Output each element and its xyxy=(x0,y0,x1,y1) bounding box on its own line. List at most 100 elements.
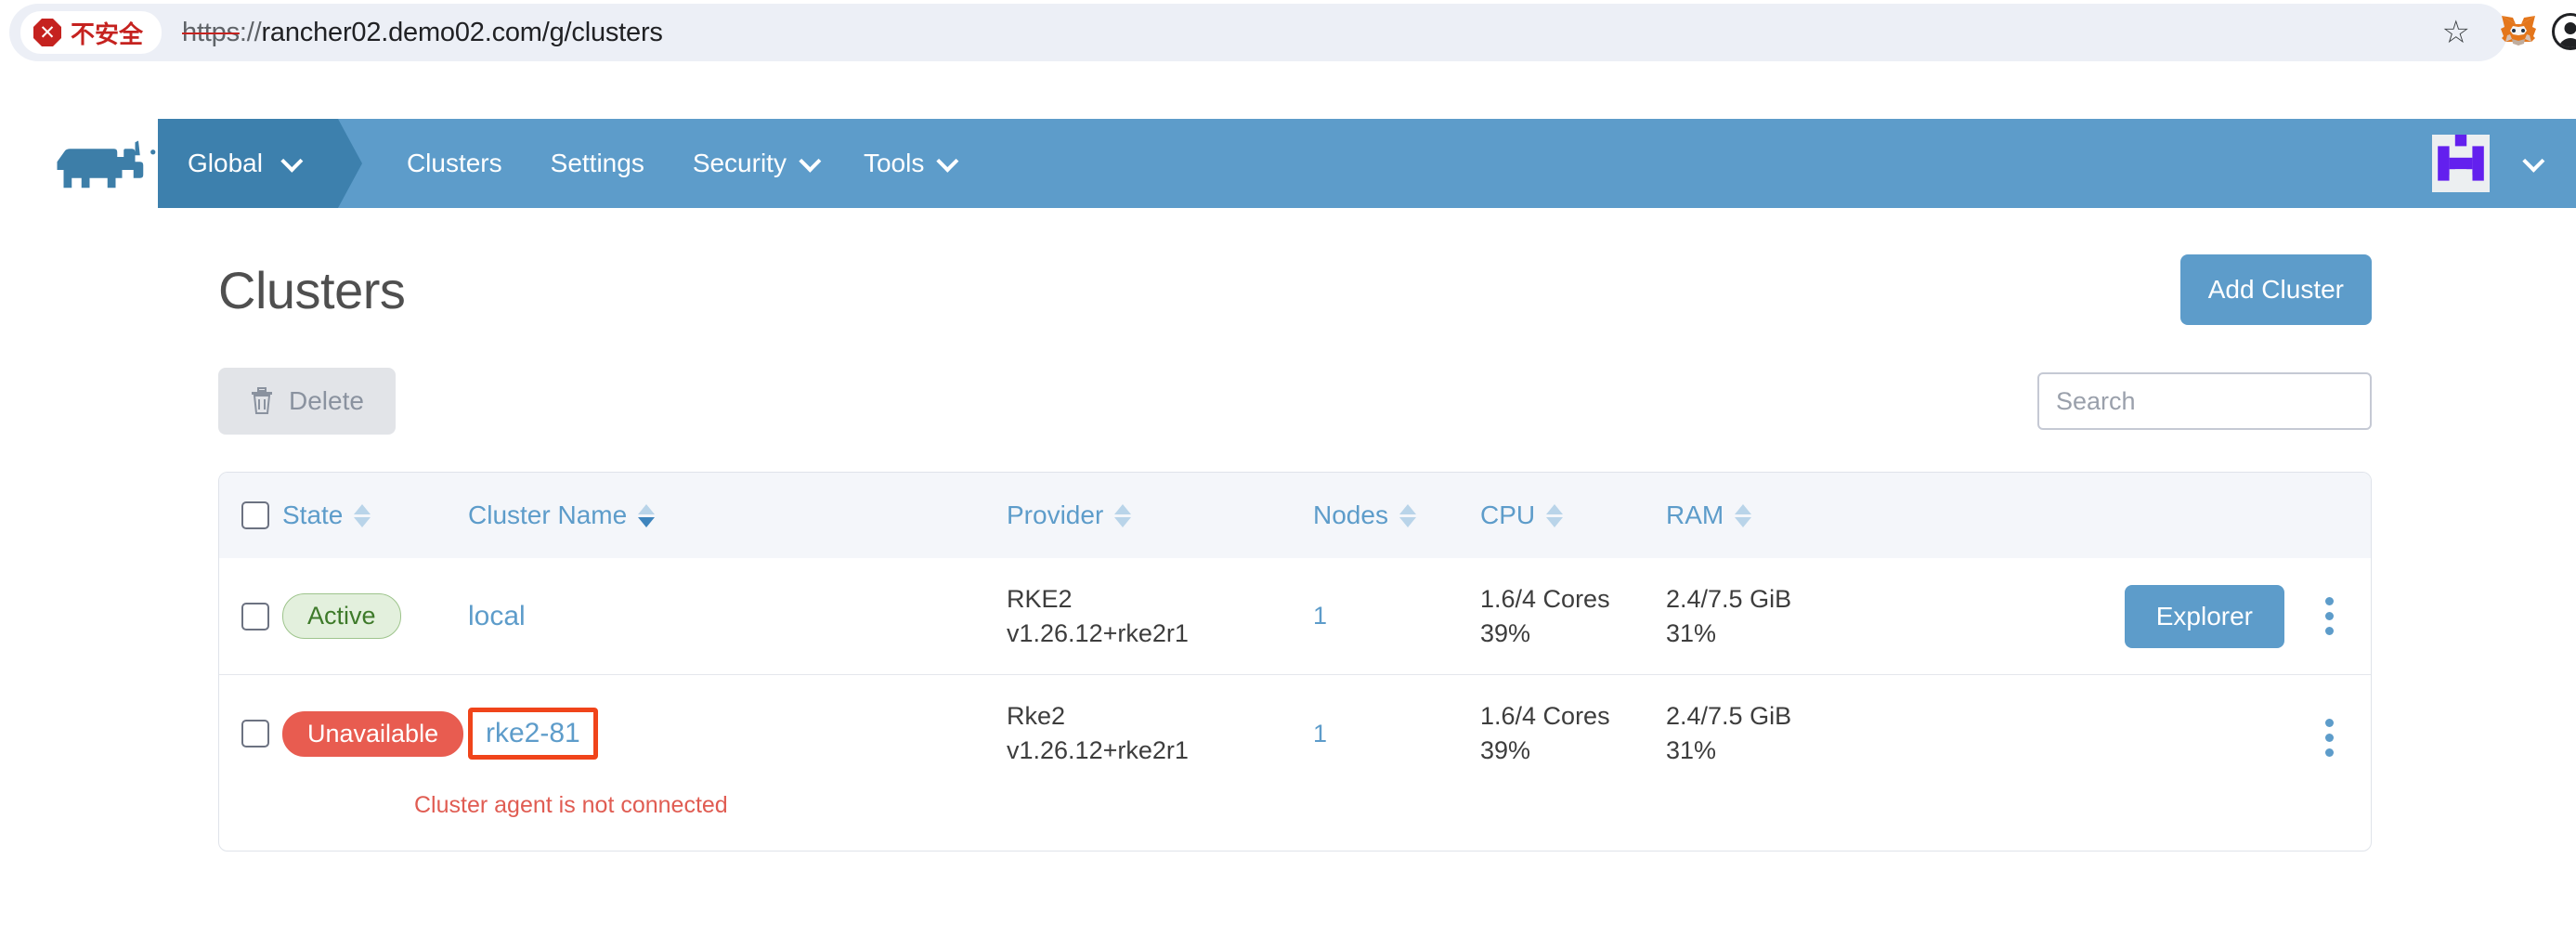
provider-version: v1.26.12+rke2r1 xyxy=(1007,736,1189,765)
nav-item-label: Settings xyxy=(550,149,644,177)
column-header-label: Cluster Name xyxy=(468,500,628,529)
column-header-label: CPU xyxy=(1480,500,1536,529)
cell-cpu: 1.6/4 Cores 39% xyxy=(1480,674,1666,792)
rancher-logo[interactable] xyxy=(54,134,158,193)
sort-arrows-icon xyxy=(1114,503,1132,527)
nav-item-label: Security xyxy=(692,149,787,177)
delete-button-label: Delete xyxy=(289,386,364,415)
address-bar[interactable]: ✕ 不安全 https://rancher02.demo02.com/g/clu… xyxy=(9,4,2507,61)
nav-context-label: Global xyxy=(188,149,263,177)
nav-context-global[interactable]: Global xyxy=(158,119,362,208)
avatar xyxy=(2432,135,2490,192)
cluster-name-link[interactable]: rke2-81 xyxy=(486,718,580,748)
select-all-header xyxy=(219,473,282,558)
site-security-chip[interactable]: ✕ 不安全 xyxy=(20,11,163,54)
nodes-count-link[interactable]: 1 xyxy=(1313,602,1327,630)
sort-arrows-icon xyxy=(354,503,371,527)
row-select-cell xyxy=(219,674,282,792)
cell-ram: 2.4/7.5 GiB 31% xyxy=(1666,674,1907,792)
search-input[interactable] xyxy=(2037,372,2372,430)
nav-item-settings[interactable]: Settings xyxy=(527,119,669,208)
url-separator: :// xyxy=(239,17,262,47)
ram-usage: 2.4/7.5 GiB xyxy=(1666,585,1792,613)
browser-profile-icon[interactable] xyxy=(2552,13,2576,50)
row-actions-menu-icon[interactable] xyxy=(2316,592,2343,641)
sort-arrows-icon xyxy=(638,503,656,527)
warning-octagon-icon: ✕ xyxy=(33,19,61,46)
table-body: Active local RKE2 v1.26.12+rke2r1 1 1.6/… xyxy=(219,558,2371,851)
row-actions-menu-icon[interactable] xyxy=(2316,713,2343,762)
nav-item-tools[interactable]: Tools xyxy=(839,119,977,208)
cell-state: Active xyxy=(282,558,468,675)
sort-arrows-icon xyxy=(1546,503,1564,527)
chevron-down-icon xyxy=(2522,150,2545,173)
trash-icon xyxy=(252,387,272,414)
metamask-fox-icon[interactable] xyxy=(2500,14,2537,49)
table-header-row: State Cluster Name Provider Nodes CPU RA… xyxy=(219,473,2371,558)
provider-version: v1.26.12+rke2r1 xyxy=(1007,618,1189,647)
delete-button[interactable]: Delete xyxy=(218,368,396,435)
cell-provider: RKE2 v1.26.12+rke2r1 xyxy=(1007,558,1313,675)
cell-cluster-name: local xyxy=(468,558,1007,675)
table-row[interactable]: Unavailable rke2-81 Rke2 v1.26.12+rke2r1… xyxy=(219,674,2371,792)
provider-name: Rke2 xyxy=(1007,702,1066,731)
row-select-cell xyxy=(219,558,282,675)
cell-provider: Rke2 v1.26.12+rke2r1 xyxy=(1007,674,1313,792)
provider-name: RKE2 xyxy=(1007,585,1073,613)
column-header-ram[interactable]: RAM xyxy=(1666,473,1907,558)
column-header-label: Nodes xyxy=(1313,500,1388,529)
cluster-error-message: Cluster agent is not connected xyxy=(414,791,728,818)
page-content: Clusters Add Cluster Delete Search State… xyxy=(0,208,2576,852)
cell-ram: 2.4/7.5 GiB 31% xyxy=(1666,558,1907,675)
cluster-name-highlight-box: rke2-81 xyxy=(468,708,598,760)
ram-percent: 31% xyxy=(1666,736,1717,765)
column-header-label: RAM xyxy=(1666,500,1724,529)
cell-actions: Explorer xyxy=(1907,558,2371,675)
ram-percent: 31% xyxy=(1666,618,1717,647)
chevron-down-icon xyxy=(936,150,959,173)
row-checkbox[interactable] xyxy=(241,602,269,630)
cpu-percent: 39% xyxy=(1480,736,1531,765)
cpu-usage: 1.6/4 Cores xyxy=(1480,702,1610,731)
nav-item-clusters[interactable]: Clusters xyxy=(383,119,527,208)
page-title: Clusters xyxy=(218,260,406,319)
column-header-label: Provider xyxy=(1007,500,1104,529)
logo-area xyxy=(0,119,158,208)
column-header-label: State xyxy=(282,500,344,529)
user-menu[interactable] xyxy=(2432,135,2545,192)
column-header-nodes[interactable]: Nodes xyxy=(1313,473,1480,558)
browser-toolbar: ✕ 不安全 https://rancher02.demo02.com/g/clu… xyxy=(0,0,2576,65)
cell-cpu: 1.6/4 Cores 39% xyxy=(1480,558,1666,675)
cell-cluster-name: rke2-81 xyxy=(468,674,1007,792)
bookmark-star-icon[interactable]: ☆ xyxy=(2442,17,2470,48)
nodes-count-link[interactable]: 1 xyxy=(1313,720,1327,748)
page-header: Clusters Add Cluster xyxy=(0,208,2576,325)
nav-item-security[interactable]: Security xyxy=(669,119,839,208)
url-host-path: rancher02.demo02.com/g/clusters xyxy=(261,17,663,47)
nav-item-label: Clusters xyxy=(406,149,502,177)
column-header-cpu[interactable]: CPU xyxy=(1480,473,1666,558)
nav-item-label: Tools xyxy=(863,149,925,177)
status-badge: Unavailable xyxy=(282,710,464,757)
add-cluster-button[interactable]: Add Cluster xyxy=(2179,254,2372,325)
cpu-percent: 39% xyxy=(1480,618,1531,647)
row-checkbox[interactable] xyxy=(241,720,269,748)
select-all-checkbox[interactable] xyxy=(241,501,269,529)
column-header-provider[interactable]: Provider xyxy=(1007,473,1313,558)
column-header-state[interactable]: State xyxy=(282,473,468,558)
cell-actions xyxy=(1907,674,2371,792)
column-header-cluster-name[interactable]: Cluster Name xyxy=(468,473,1007,558)
top-navigation-bar: Global Clusters Settings Security Tools xyxy=(0,119,2576,208)
table-row[interactable]: Active local RKE2 v1.26.12+rke2r1 1 1.6/… xyxy=(219,558,2371,675)
url-text[interactable]: https://rancher02.demo02.com/g/clusters xyxy=(182,18,663,48)
sort-arrows-icon xyxy=(1735,503,1752,527)
cell-nodes: 1 xyxy=(1313,674,1480,792)
cpu-usage: 1.6/4 Cores xyxy=(1480,585,1610,613)
row-message-cell: Cluster agent is not connected xyxy=(219,792,2371,851)
cell-state: Unavailable xyxy=(282,674,468,792)
cluster-name-link[interactable]: local xyxy=(468,601,526,631)
chevron-down-icon xyxy=(799,150,822,173)
ram-usage: 2.4/7.5 GiB xyxy=(1666,702,1792,731)
table-row-message: Cluster agent is not connected xyxy=(219,792,2371,851)
explorer-button[interactable]: Explorer xyxy=(2124,584,2284,648)
